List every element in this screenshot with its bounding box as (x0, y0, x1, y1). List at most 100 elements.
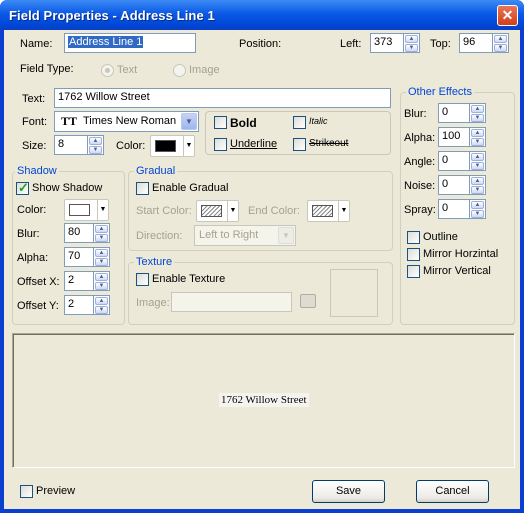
enable-texture-checkbox[interactable] (136, 273, 149, 286)
spin-up-icon[interactable]: ▲ (471, 177, 484, 185)
preview-text: 1762 Willow Street (219, 393, 309, 407)
texture-thumbnail (330, 269, 378, 317)
text-input[interactable]: 1762 Willow Street (54, 88, 391, 108)
spin-down-icon[interactable]: ▼ (95, 306, 108, 314)
spin-down-icon[interactable]: ▼ (471, 114, 484, 122)
direction-select[interactable]: Left to Right ▼ (194, 225, 296, 246)
dialog-window: Field Properties - Address Line 1 ✕ Name… (0, 0, 524, 513)
enable-gradual-label: Enable Gradual (152, 182, 229, 194)
bold-label: Bold (230, 116, 257, 130)
fx-spray-spinner[interactable]: ▲ ▼ (470, 199, 486, 219)
end-color-button[interactable]: ▼ (307, 200, 350, 222)
chevron-down-icon[interactable]: ▼ (278, 227, 294, 244)
fx-noise-input[interactable]: 0 (438, 175, 470, 195)
spin-down-icon[interactable]: ▼ (405, 44, 418, 52)
position-label: Position: (239, 38, 282, 50)
spin-up-icon[interactable]: ▲ (95, 297, 108, 305)
outline-checkbox[interactable] (407, 231, 420, 244)
chevron-down-icon[interactable]: ▼ (181, 113, 197, 130)
preview-checkbox[interactable] (20, 485, 33, 498)
italic-checkbox[interactable] (293, 116, 306, 129)
spin-down-icon[interactable]: ▼ (471, 186, 484, 194)
chevron-down-icon: ▼ (183, 136, 194, 156)
fx-alpha-input[interactable]: 100 (438, 127, 470, 147)
spin-down-icon[interactable]: ▼ (95, 282, 108, 290)
close-button[interactable]: ✕ (497, 5, 518, 26)
fx-angle-spinner[interactable]: ▲ ▼ (470, 151, 486, 171)
fx-noise-spinner[interactable]: ▲ ▼ (470, 175, 486, 195)
start-color-label: Start Color: (136, 205, 192, 217)
title-bar[interactable]: Field Properties - Address Line 1 ✕ (0, 0, 524, 30)
left-input[interactable]: 373 (370, 33, 404, 53)
spin-up-icon[interactable]: ▲ (89, 137, 102, 145)
spin-down-icon[interactable]: ▼ (494, 44, 507, 52)
name-input[interactable]: Address Line 1 (64, 33, 196, 53)
spin-down-icon[interactable]: ▼ (95, 258, 108, 266)
strikeout-label: Strikeout (309, 138, 349, 149)
shadow-blur-input[interactable]: 80 (64, 223, 94, 243)
fx-blur-input[interactable]: 0 (438, 103, 470, 123)
strikeout-checkbox[interactable] (293, 138, 306, 151)
other-effects-title: Other Effects (406, 86, 474, 98)
spin-down-icon[interactable]: ▼ (471, 210, 484, 218)
top-input[interactable]: 96 (459, 33, 493, 53)
size-input[interactable]: 8 (54, 135, 88, 155)
spin-up-icon[interactable]: ▲ (471, 105, 484, 113)
fx-angle-input[interactable]: 0 (438, 151, 470, 171)
browse-image-icon[interactable] (300, 294, 316, 308)
spin-up-icon[interactable]: ▲ (95, 273, 108, 281)
spin-up-icon[interactable]: ▲ (494, 35, 507, 43)
size-label: Size: (22, 140, 47, 152)
direction-value: Left to Right (199, 229, 259, 241)
shadow-offx-spinner[interactable]: ▲ ▼ (94, 271, 110, 291)
mirror-vertical-checkbox[interactable] (407, 265, 420, 278)
spin-up-icon[interactable]: ▲ (405, 35, 418, 43)
outline-label: Outline (423, 231, 458, 243)
shadow-blur-spinner[interactable]: ▲ ▼ (94, 223, 110, 243)
start-color-button[interactable]: ▼ (196, 200, 239, 222)
font-select[interactable]: TT Times New Roman ▼ (54, 111, 199, 132)
shadow-color-button[interactable]: ▼ (64, 199, 109, 221)
fx-noise-label: Noise: (404, 180, 436, 192)
window-title: Field Properties - Address Line 1 (9, 8, 215, 23)
spin-up-icon[interactable]: ▲ (471, 129, 484, 137)
end-color-label: End Color: (248, 205, 300, 217)
spin-up-icon[interactable]: ▲ (471, 153, 484, 161)
mirror-horizontal-checkbox[interactable] (407, 248, 420, 261)
spin-down-icon[interactable]: ▼ (89, 146, 102, 154)
size-spinner[interactable]: ▲ ▼ (88, 135, 104, 155)
spin-up-icon[interactable]: ▲ (95, 225, 108, 233)
dialog-body: Name: Address Line 1 Position: Left: 373… (4, 30, 520, 509)
show-shadow-label: Show Shadow (32, 182, 103, 194)
cancel-button[interactable]: Cancel (416, 480, 489, 503)
type-image-label: Image (189, 64, 220, 76)
enable-gradual-checkbox[interactable] (136, 182, 149, 195)
left-spinner[interactable]: ▲ ▼ (404, 33, 420, 53)
type-image-radio[interactable] (173, 64, 186, 77)
font-color-button[interactable]: ▼ (150, 135, 195, 157)
spin-down-icon[interactable]: ▼ (471, 138, 484, 146)
image-path-input[interactable] (171, 292, 292, 312)
mirror-horizontal-label: Mirror Horzintal (423, 248, 499, 260)
type-text-radio[interactable] (101, 64, 114, 77)
top-spinner[interactable]: ▲ ▼ (493, 33, 509, 53)
truetype-icon: TT (61, 114, 78, 128)
spin-down-icon[interactable]: ▼ (95, 234, 108, 242)
fx-blur-spinner[interactable]: ▲ ▼ (470, 103, 486, 123)
bold-checkbox[interactable] (214, 116, 227, 129)
shadow-alpha-label: Alpha: (17, 252, 49, 264)
spin-up-icon[interactable]: ▲ (95, 249, 108, 257)
shadow-offy-input[interactable]: 2 (64, 295, 94, 315)
underline-checkbox[interactable] (214, 138, 227, 151)
shadow-offy-spinner[interactable]: ▲ ▼ (94, 295, 110, 315)
shadow-offx-input[interactable]: 2 (64, 271, 94, 291)
spin-down-icon[interactable]: ▼ (471, 162, 484, 170)
fx-spray-input[interactable]: 0 (438, 199, 470, 219)
shadow-alpha-spinner[interactable]: ▲ ▼ (94, 247, 110, 267)
shadow-alpha-input[interactable]: 70 (64, 247, 94, 267)
show-shadow-checkbox[interactable] (16, 180, 29, 196)
spin-up-icon[interactable]: ▲ (471, 201, 484, 209)
save-button[interactable]: Save (312, 480, 385, 503)
fx-alpha-spinner[interactable]: ▲ ▼ (470, 127, 486, 147)
shadow-color-label: Color: (17, 204, 47, 216)
